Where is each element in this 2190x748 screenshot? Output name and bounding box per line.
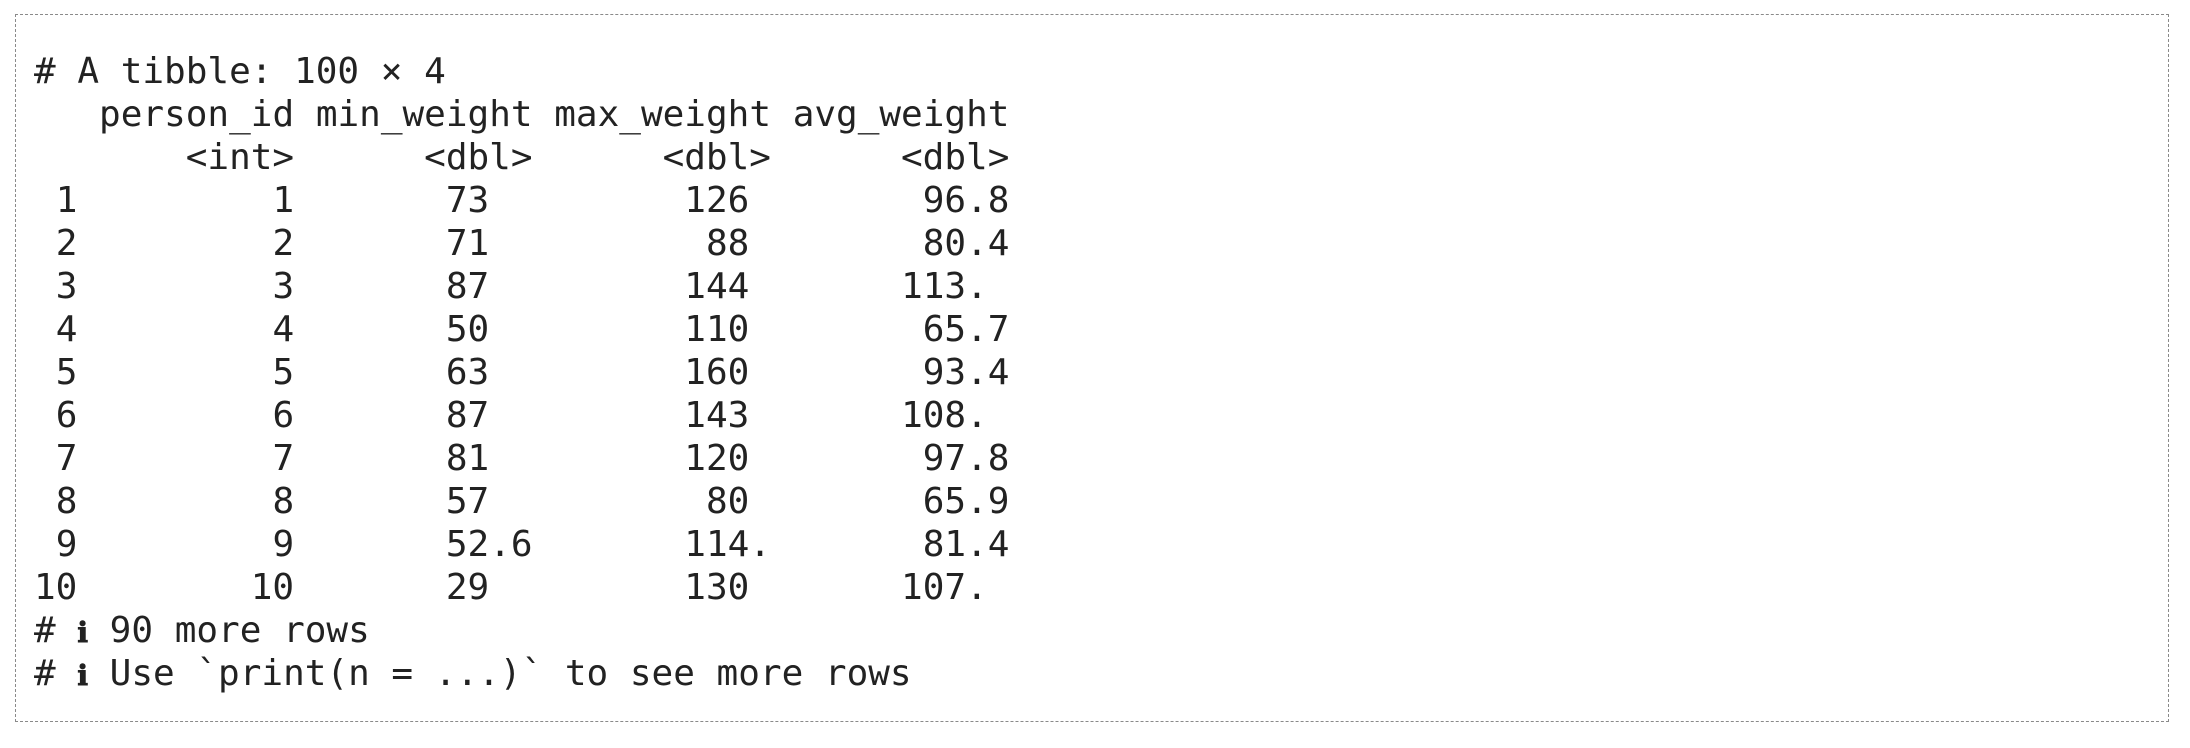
cell-min_weight: 81 <box>445 438 490 479</box>
cell-avg_weight: 93.4 <box>922 352 1010 393</box>
cell-min_weight: 52.6 <box>445 524 533 565</box>
row-index: 2 <box>55 223 78 264</box>
row-index: 3 <box>55 266 78 307</box>
row-index: 7 <box>55 438 78 479</box>
cell-min_weight: 87 <box>445 395 490 436</box>
cell-person_id: 10 <box>250 567 295 608</box>
cell-avg_weight: 96.8 <box>922 180 1010 221</box>
cell-max_weight: 80 <box>705 481 750 522</box>
comment-prefix: # <box>34 653 78 694</box>
cell-person_id: 2 <box>272 223 295 264</box>
cell-avg_weight: 113. <box>901 266 988 307</box>
table-rows: 1 1 73 126 96.8 2 2 71 88 80.4 3 3 87 14… <box>34 179 1009 609</box>
table-row: 4 4 50 110 65.7 <box>34 308 1010 351</box>
column-type-max_weight: <dbl> <box>662 137 771 178</box>
cell-max_weight: 120 <box>684 438 750 479</box>
cell-min_weight: 71 <box>445 223 490 264</box>
column-type-person_id: <int> <box>185 137 295 178</box>
cell-person_id: 7 <box>272 438 295 479</box>
tibble-footer: # ℹ 90 more rows # ℹ Use `print(n = ...)`… <box>34 609 1009 695</box>
column-header-min_weight: min_weight <box>315 94 533 135</box>
table-row: 7 7 81 120 97.8 <box>34 437 1010 480</box>
cell-max_weight: 130 <box>684 567 750 608</box>
cell-max_weight: 114. <box>684 524 771 565</box>
cell-person_id: 9 <box>272 524 295 565</box>
column-header-max_weight: max_weight <box>554 94 771 135</box>
footer-line: # ℹ 90 more rows <box>34 609 1009 652</box>
footer-line: # ℹ Use `print(n = ...)` to see more row… <box>34 652 1009 695</box>
cell-person_id: 4 <box>272 309 295 350</box>
cell-max_weight: 88 <box>705 223 750 264</box>
row-index: 4 <box>55 309 78 350</box>
cell-max_weight: 143 <box>684 395 750 436</box>
cell-avg_weight: 81.4 <box>922 524 1010 565</box>
table-row: 9 9 52.6 114. 81.4 <box>34 523 1010 566</box>
column-header-person_id: person_id <box>99 94 295 135</box>
table-row: 5 5 63 160 93.4 <box>34 351 1010 394</box>
cell-avg_weight: 97.8 <box>922 438 1010 479</box>
tibble-header: # A tibble: 100 × 4 <box>34 51 446 92</box>
cell-person_id: 1 <box>272 180 295 221</box>
table-row: 8 8 57 80 65.9 <box>34 480 1010 523</box>
tibble-printout: # A tibble: 100 × 4 person_id min_weight… <box>34 50 1009 695</box>
cell-person_id: 8 <box>272 481 295 522</box>
cell-min_weight: 63 <box>445 352 490 393</box>
cell-max_weight: 160 <box>684 352 750 393</box>
footer-text: 90 more rows <box>88 610 370 651</box>
column-header-avg_weight: avg_weight <box>792 94 1010 135</box>
footer-text: Use `print(n = ...)` to see more rows <box>88 653 912 694</box>
column-types-row: <int> <dbl> <dbl> <dbl> <box>34 136 1010 179</box>
cell-person_id: 6 <box>272 395 295 436</box>
row-index: 6 <box>55 395 78 436</box>
info-icon: ℹ <box>77 616 88 649</box>
cell-max_weight: 110 <box>684 309 750 350</box>
cell-avg_weight: 65.7 <box>922 309 1010 350</box>
cell-avg_weight: 80.4 <box>922 223 1010 264</box>
comment-prefix: # <box>34 610 78 651</box>
row-index: 9 <box>55 524 78 565</box>
cell-min_weight: 73 <box>445 180 490 221</box>
row-index: 8 <box>55 481 78 522</box>
table-row: 1 1 73 126 96.8 <box>34 179 1010 222</box>
table-row: 2 2 71 88 80.4 <box>34 222 1010 265</box>
cell-max_weight: 126 <box>684 180 750 221</box>
cell-avg_weight: 107. <box>901 567 988 608</box>
row-index: 10 <box>34 567 78 608</box>
row-index: 5 <box>55 352 78 393</box>
row-index: 1 <box>55 180 78 221</box>
table-row: 10 10 29 130 107. <box>34 566 1009 609</box>
cell-max_weight: 144 <box>684 266 750 307</box>
cell-person_id: 3 <box>272 266 295 307</box>
table-row: 6 6 87 143 108. <box>34 394 1009 437</box>
cell-min_weight: 57 <box>445 481 490 522</box>
cell-min_weight: 50 <box>445 309 490 350</box>
cell-min_weight: 29 <box>445 567 490 608</box>
cell-min_weight: 87 <box>445 266 490 307</box>
column-type-avg_weight: <dbl> <box>901 137 1010 178</box>
info-icon: ℹ <box>77 659 88 692</box>
column-names-row: person_id min_weight max_weight avg_weig… <box>34 93 1009 136</box>
cell-avg_weight: 108. <box>901 395 988 436</box>
cell-person_id: 5 <box>272 352 295 393</box>
table-row: 3 3 87 144 113. <box>34 265 1009 308</box>
column-type-min_weight: <dbl> <box>424 137 533 178</box>
cell-avg_weight: 65.9 <box>922 481 1010 522</box>
